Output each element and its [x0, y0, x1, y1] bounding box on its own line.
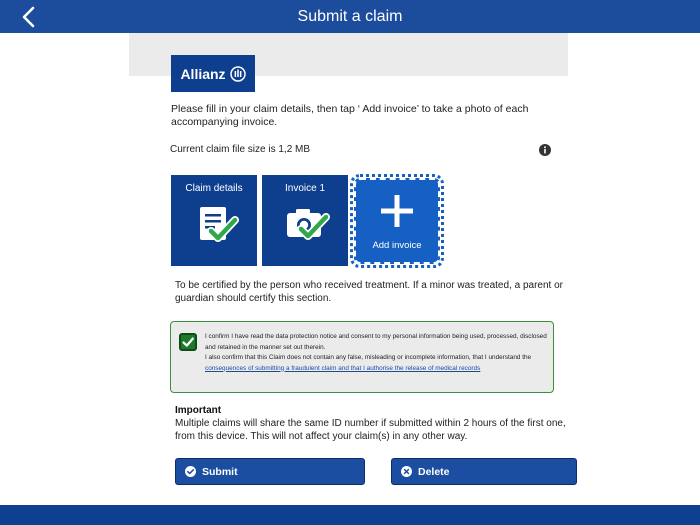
- close-circle-icon: [401, 466, 412, 477]
- add-invoice-label: Add invoice: [372, 240, 422, 251]
- allianz-logo: Allianz: [171, 55, 255, 92]
- fraudulent-claim-link[interactable]: consequences of submitting a fraudulent …: [205, 365, 480, 372]
- delete-label: Delete: [418, 465, 450, 478]
- consent-checkbox[interactable]: [179, 333, 197, 351]
- consent-text: I confirm I have read the data protectio…: [205, 332, 547, 374]
- file-size-text: Current claim file size is 1,2 MB: [170, 144, 311, 155]
- consent-line-2-text: I also confirm that this Claim does not …: [205, 354, 532, 361]
- document-check-icon: [200, 207, 239, 242]
- add-invoice-button[interactable]: Add invoice: [350, 174, 444, 268]
- submit-label: Submit: [202, 465, 238, 478]
- consent-line-1: I confirm I have read the data protectio…: [205, 333, 547, 351]
- logo-text: Allianz: [180, 65, 226, 82]
- certify-text: To be certified by the person who receiv…: [175, 280, 563, 304]
- consent-box: I confirm I have read the data protectio…: [170, 321, 554, 393]
- submit-button[interactable]: Submit: [175, 458, 365, 485]
- check-circle-icon: [185, 466, 196, 477]
- allianz-eagle-icon: [229, 65, 246, 82]
- claim-details-tile[interactable]: Claim details: [171, 175, 257, 266]
- top-bar: Submit a claim: [0, 0, 700, 33]
- invoice-1-tile[interactable]: Invoice 1: [262, 175, 348, 266]
- claim-form: Allianz Please fill in your claim detail…: [129, 33, 577, 505]
- consent-line-2: I also confirm that this Claim does not …: [205, 353, 547, 374]
- important-heading: Important: [175, 405, 222, 416]
- info-icon[interactable]: [539, 143, 551, 156]
- plus-icon: [381, 195, 413, 227]
- tile-label: Claim details: [185, 183, 243, 194]
- delete-button[interactable]: Delete: [391, 458, 577, 485]
- check-icon: [182, 337, 194, 347]
- important-text: Multiple claims will share the same ID n…: [175, 418, 566, 442]
- camera-check-icon: [287, 209, 330, 240]
- tile-label: Invoice 1: [284, 183, 326, 194]
- page-title: Submit a claim: [297, 8, 403, 25]
- bottom-bar: [0, 505, 700, 525]
- intro-text: Please fill in your claim details, then …: [171, 103, 529, 128]
